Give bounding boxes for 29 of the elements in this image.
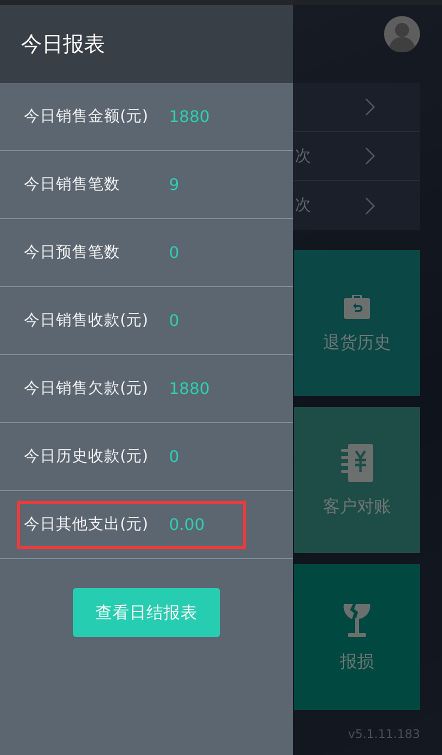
menu-tile[interactable]: 客户对账 <box>294 407 420 553</box>
avatar-icon[interactable] <box>384 16 420 52</box>
stat-label: 今日销售笔数 <box>24 174 121 195</box>
stat-value: 0.00 <box>169 515 205 534</box>
stat-label: 今日销售收款(元) <box>24 310 150 331</box>
daily-report-button[interactable]: 查看日结报表 <box>73 588 220 637</box>
briefcase-icon <box>343 292 371 318</box>
stat-label: 今日销售金额(元) <box>24 106 150 127</box>
stat-value: 0 <box>169 447 180 466</box>
stat-label: 今日销售欠款(元) <box>24 378 150 399</box>
menu-tile[interactable]: 退货历史 <box>294 250 420 396</box>
list-text: 次 <box>295 195 312 216</box>
chevron-icon[interactable] <box>365 98 375 116</box>
notebook-icon <box>340 442 374 482</box>
stat-label: 今日预售笔数 <box>24 242 121 263</box>
stat-value: 1880 <box>169 107 210 126</box>
version-text: v5.1.11.183 <box>348 727 421 741</box>
broken-glass-icon <box>342 602 372 638</box>
chevron-icon[interactable] <box>365 196 375 214</box>
stat-label: 今日历史收款(元) <box>24 446 150 467</box>
menu-tile[interactable]: 报损 <box>294 564 420 710</box>
chevron-icon[interactable] <box>365 147 375 165</box>
stat-value: 1880 <box>169 379 210 398</box>
stat-value: 0 <box>169 311 180 330</box>
stat-value: 0 <box>169 243 180 262</box>
stat-value: 9 <box>169 175 180 194</box>
list-text: 次 <box>295 146 312 166</box>
drawer-title: 今日报表 <box>21 31 105 58</box>
stat-label: 今日其他支出(元) <box>24 514 150 535</box>
